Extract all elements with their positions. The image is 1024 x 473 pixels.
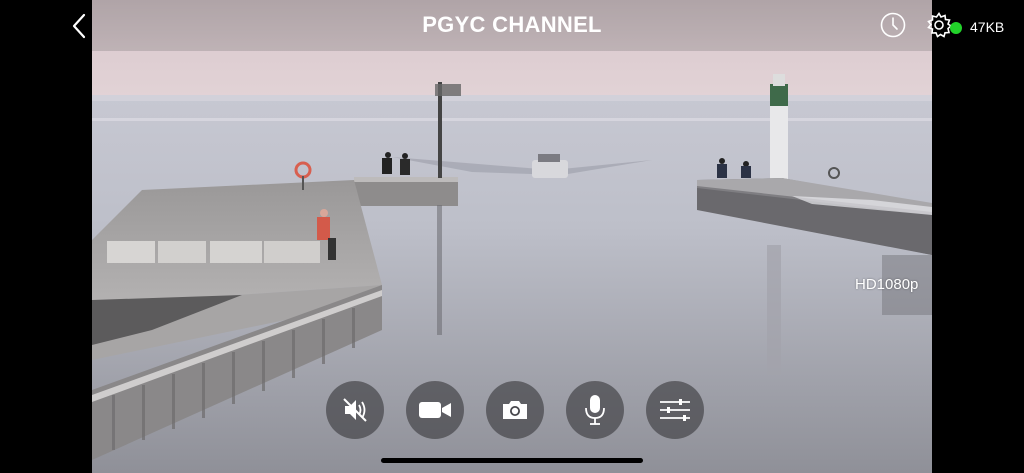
resolution-label[interactable]: HD1080p (855, 275, 918, 295)
microphone-icon (585, 395, 605, 425)
sliders-icon (660, 399, 690, 421)
microphone-button[interactable] (566, 381, 624, 439)
back-button[interactable] (64, 8, 94, 44)
camera-icon (503, 401, 527, 419)
bitrate-label: 47KB (970, 19, 1005, 35)
adjust-settings-button[interactable] (646, 381, 704, 439)
top-bar: PGYC CHANNEL 47KB (0, 0, 1024, 51)
chevron-left-icon (72, 13, 86, 39)
history-button[interactable] (879, 11, 907, 39)
settings-button[interactable] (925, 11, 953, 39)
gear-icon (927, 12, 953, 38)
mute-button[interactable] (326, 381, 384, 439)
page-title: PGYC CHANNEL (422, 12, 602, 37)
video-camera-icon (419, 402, 451, 418)
connection-status-indicator (950, 22, 962, 34)
home-indicator[interactable] (381, 458, 643, 463)
speaker-muted-icon (343, 398, 367, 422)
snapshot-button[interactable] (486, 381, 544, 439)
clock-icon (880, 12, 906, 38)
camera-live-view: PGYC CHANNEL 47KB HD1080p (0, 0, 1024, 473)
record-button[interactable] (406, 381, 464, 439)
